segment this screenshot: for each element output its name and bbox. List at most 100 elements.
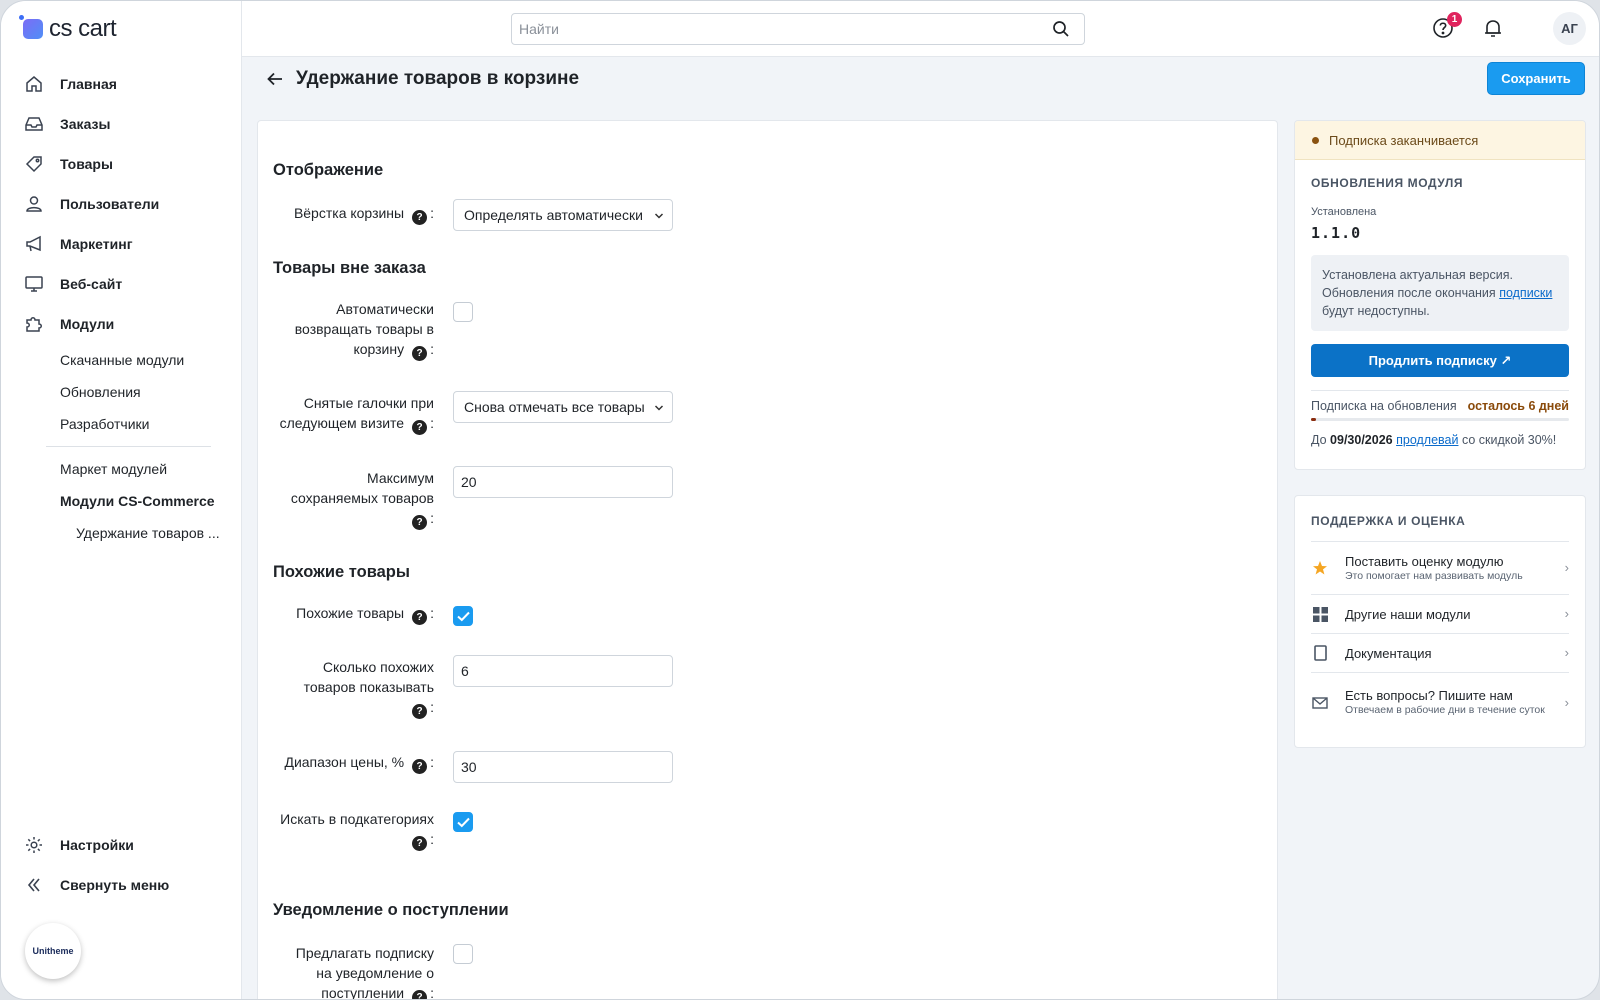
subnav-downloaded-modules[interactable]: Скачанные модули xyxy=(60,344,241,376)
unchecked-next-value: Снова отмечать все товары xyxy=(464,399,645,415)
unchecked-next-label-line: следующем визите xyxy=(279,415,405,431)
sidebar-item-products[interactable]: Товары xyxy=(1,144,241,184)
help-tooltip-icon[interactable]: ? xyxy=(412,515,428,530)
user-avatar[interactable]: АГ xyxy=(1553,12,1586,45)
renew-subscription-button[interactable]: Продлить подписку ↗ xyxy=(1311,344,1569,377)
home-icon xyxy=(23,73,45,95)
back-arrow-icon[interactable] xyxy=(264,68,286,90)
similar-count-input[interactable]: 6 xyxy=(453,655,673,687)
help-tooltip-icon[interactable]: ? xyxy=(412,704,428,719)
chevron-right-icon: › xyxy=(1564,606,1569,621)
cart-layout-label-text: Вёрстка корзины xyxy=(293,205,405,221)
sidebar-item-label: Заказы xyxy=(60,116,111,132)
support-item-title: Другие наши модули xyxy=(1345,606,1471,622)
sidebar-item-label: Маркетинг xyxy=(60,236,133,252)
auto-return-checkbox[interactable] xyxy=(453,302,473,322)
save-button[interactable]: Сохранить xyxy=(1487,62,1585,95)
help-tooltip-icon[interactable]: ? xyxy=(412,990,428,999)
subscription-progress-fill xyxy=(1311,418,1317,421)
cart-layout-select[interactable]: Определять автоматически xyxy=(453,199,673,231)
logo-text: cs cart xyxy=(49,15,117,42)
unchecked-next-visit-select[interactable]: Снова отмечать все товары xyxy=(453,391,673,423)
subnav-updates[interactable]: Обновления xyxy=(60,376,241,408)
sidebar-item-home[interactable]: Главная xyxy=(1,64,241,104)
sidebar-item-users[interactable]: Пользователи xyxy=(1,184,241,224)
sidebar-item-settings[interactable]: Настройки xyxy=(1,825,241,865)
subscription-label: Подписка на обновления xyxy=(1311,399,1457,413)
max-saved-label: Максимум сохраняемых товаров ?: xyxy=(274,468,434,530)
notifications-button[interactable] xyxy=(1482,17,1504,42)
subscription-remaining: осталось 6 дней xyxy=(1467,399,1569,413)
help-tooltip-icon[interactable]: ? xyxy=(412,210,428,225)
warning-dot-icon xyxy=(1312,136,1319,144)
search-icon[interactable] xyxy=(1052,20,1070,41)
sidebar-item-label: Веб-сайт xyxy=(60,276,123,292)
max-saved-label-line: Максимум xyxy=(367,470,434,486)
section-display: Отображение xyxy=(273,161,384,179)
search-input[interactable] xyxy=(512,14,1032,44)
sidebar-item-label: Модули xyxy=(60,316,115,332)
tag-icon xyxy=(23,153,45,175)
unchecked-next-label-line: Снятые галочки при xyxy=(303,395,434,411)
auto-return-label-line: Автоматически xyxy=(336,301,434,317)
collapse-icon xyxy=(23,874,45,896)
grid-icon xyxy=(1311,606,1329,622)
search-subcats-label-text: Искать в подкатегориях xyxy=(280,811,434,827)
section-outside-order: Товары вне заказа xyxy=(273,259,426,277)
page-header: Удержание товаров в корзине xyxy=(264,63,579,95)
sidebar-item-label: Настройки xyxy=(60,837,134,853)
sidebar-item-modules[interactable]: Модули xyxy=(1,304,241,344)
help-tooltip-icon[interactable]: ? xyxy=(412,836,428,851)
checkmark-icon xyxy=(457,611,470,622)
sidebar-item-orders[interactable]: Заказы xyxy=(1,104,241,144)
subscription-warning-text: Подписка заканчивается xyxy=(1329,132,1479,148)
sidebar-item-marketing[interactable]: Маркетинг xyxy=(1,224,241,264)
help-badge: 1 xyxy=(1447,12,1462,27)
subnav-module-market[interactable]: Маркет модулей xyxy=(60,453,241,485)
help-tooltip-icon[interactable]: ? xyxy=(412,610,428,625)
help-tooltip-icon[interactable]: ? xyxy=(412,759,428,774)
page-title: Удержание товаров в корзине xyxy=(296,68,580,89)
subnav-current-module[interactable]: Удержание товаров ... xyxy=(60,517,241,549)
bell-icon xyxy=(1485,20,1501,37)
divider xyxy=(1311,390,1569,391)
similar-enabled-checkbox[interactable] xyxy=(453,606,473,626)
cart-layout-value: Определять автоматически xyxy=(464,207,643,223)
promo-tail: со скидкой 30%! xyxy=(1461,433,1557,447)
section-similar: Похожие товары xyxy=(273,563,410,581)
unchecked-next-visit-label: Снятые галочки при следующем визите?: xyxy=(274,393,434,435)
contact-item[interactable]: Есть вопросы? Пишите нам Отвечаем в рабо… xyxy=(1311,672,1569,732)
support-item-sub: Это помогает нам развивать модуль xyxy=(1345,569,1523,582)
price-range-input[interactable]: 30 xyxy=(453,751,673,783)
logo[interactable]: cs cart xyxy=(19,15,117,43)
help-tooltip-icon[interactable]: ? xyxy=(412,420,428,435)
other-modules-item[interactable]: Другие наши модули › xyxy=(1311,594,1569,633)
checkmark-icon xyxy=(457,817,470,828)
similar-enabled-label: Похожие товары?: xyxy=(296,605,434,625)
similar-count-label-line: товаров показывать xyxy=(303,679,434,695)
sidebar-bottom: Настройки Свернуть меню xyxy=(1,825,241,905)
similar-enabled-label-text: Похожие товары xyxy=(296,605,405,621)
max-saved-input[interactable]: 20 xyxy=(453,466,673,498)
offer-notify-checkbox[interactable] xyxy=(453,944,473,964)
monitor-icon xyxy=(23,273,45,295)
subnav-cs-commerce-modules[interactable]: Модули CS-Commerce xyxy=(60,485,241,517)
subnav-developers[interactable]: Разработчики xyxy=(60,408,241,440)
help-button[interactable]: 1 xyxy=(1432,12,1462,41)
promo-link[interactable]: продлевай xyxy=(1396,433,1458,447)
sidebar: cs cart Главная Заказы Товары Пользовате… xyxy=(1,1,242,999)
rate-module-item[interactable]: Поставить оценку модулю Это помогает нам… xyxy=(1311,541,1569,594)
search-subcats-checkbox[interactable] xyxy=(453,812,473,832)
documentation-item[interactable]: Документация › xyxy=(1311,633,1569,672)
unitheme-badge[interactable]: Unitheme xyxy=(25,923,81,979)
info-text: Установлена актуальная версия. Обновлени… xyxy=(1322,268,1513,300)
updates-title: ОБНОВЛЕНИЯ МОДУЛЯ xyxy=(1311,176,1464,190)
sidebar-item-website[interactable]: Веб-сайт xyxy=(1,264,241,304)
sidebar-item-label: Пользователи xyxy=(60,196,160,212)
sidebar-item-collapse[interactable]: Свернуть меню xyxy=(1,865,241,905)
subscription-link[interactable]: подписки xyxy=(1499,286,1552,300)
help-tooltip-icon[interactable]: ? xyxy=(412,346,428,361)
support-title: ПОДДЕРЖКА И ОЦЕНКА xyxy=(1311,514,1466,528)
similar-count-label-line: Сколько похожих xyxy=(322,659,434,675)
settings-card: Отображение Вёрстка корзины?: Определять… xyxy=(257,120,1278,999)
